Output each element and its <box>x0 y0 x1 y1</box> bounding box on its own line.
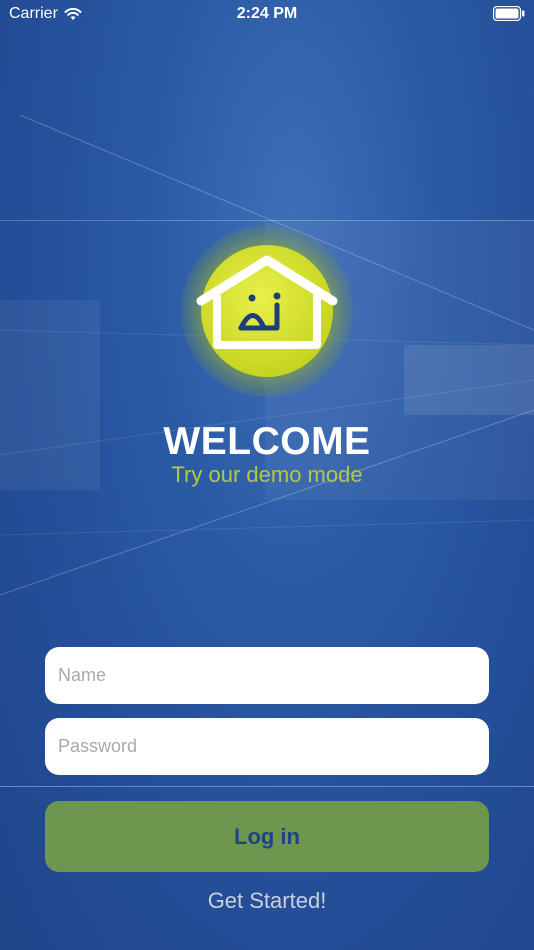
divider <box>0 786 534 787</box>
login-button[interactable]: Log in <box>45 801 489 872</box>
get-started-link[interactable]: Get Started! <box>0 888 534 914</box>
status-bar: Carrier 2:24 PM <box>0 0 534 30</box>
status-battery <box>492 5 525 26</box>
status-time: 2:24 PM <box>236 5 298 22</box>
password-input[interactable] <box>45 718 489 775</box>
name-input[interactable] <box>45 647 489 704</box>
welcome-title: WELCOME <box>163 420 371 463</box>
home-icon <box>181 225 353 397</box>
battery-icon <box>492 5 525 22</box>
demo-mode-link[interactable]: Try our demo mode <box>0 462 534 488</box>
